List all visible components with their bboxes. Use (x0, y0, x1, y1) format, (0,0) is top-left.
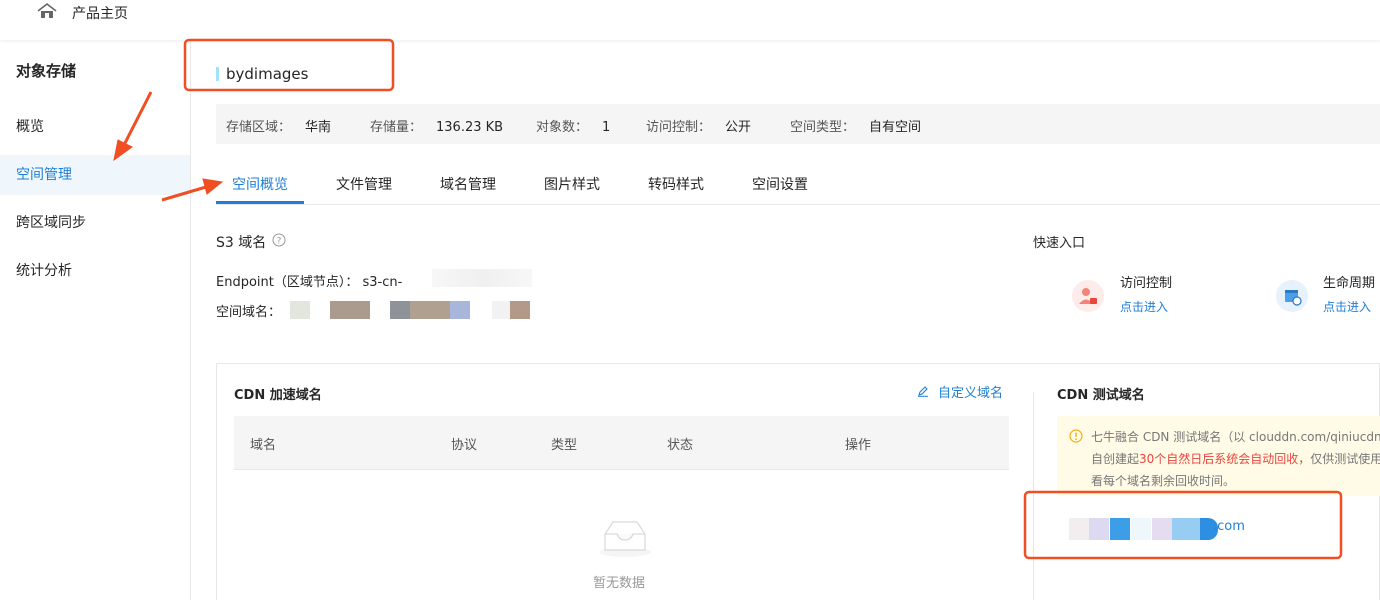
s3-domain-title: S3 域名 (216, 235, 267, 251)
test-domain-redaction-6 (1172, 518, 1200, 540)
test-domain-redaction-5 (1152, 518, 1172, 540)
empty-data-text: 暂无数据 (593, 576, 646, 591)
column-protocol[interactable]: 协议 (451, 434, 477, 453)
sidebar: 对象存储 概览 空间管理 跨区域同步 统计分析 (0, 40, 191, 600)
domain-redaction-6 (492, 301, 512, 319)
column-type[interactable]: 类型 (551, 434, 577, 453)
edit-icon[interactable] (917, 385, 929, 397)
sidebar-item-cross-region-sync[interactable]: 跨区域同步 (0, 203, 190, 243)
bucket-domain-label: 空间域名： (216, 305, 282, 320)
test-domain-redaction-1 (1069, 518, 1089, 540)
tab-transcode-styles[interactable]: 转码样式 (648, 174, 704, 194)
test-domain-redaction-2 (1089, 518, 1109, 540)
endpoint-redaction (432, 269, 532, 287)
sidebar-item-overview[interactable]: 概览 (0, 107, 190, 147)
lifecycle-icon[interactable] (1276, 280, 1308, 312)
cdn-panel: CDN 加速域名 自定义域名 域名 协议 类型 状态 操作 暂无数据 CDN 测… (216, 363, 1380, 600)
domain-redaction-5 (450, 301, 470, 319)
endpoint-row: Endpoint（区域节点）： s3-cn- (216, 271, 402, 290)
domain-redaction-1 (290, 301, 310, 319)
sidebar-item-statistics[interactable]: 统计分析 (0, 251, 190, 291)
info-access-value: 公开 (725, 120, 752, 135)
cdn-accel-domain-title: CDN 加速域名 (234, 388, 322, 403)
sidebar-item-bucket-management[interactable]: 空间管理 (0, 155, 190, 195)
quick-lifecycle-label: 生命周期 (1323, 276, 1376, 291)
active-tab-indicator (216, 201, 304, 204)
access-control-icon[interactable] (1072, 280, 1104, 312)
quick-access-control-label: 访问控制 (1120, 276, 1173, 291)
bucket-tabs: 空间概览 文件管理 域名管理 图片样式 转码样式 空间设置 (216, 162, 1380, 205)
top-bar: 产品主页 (0, 0, 1380, 40)
tab-image-styles[interactable]: 图片样式 (544, 174, 600, 194)
notice-line-1: 七牛融合 CDN 测试域名（以 clouddn.com/qiniucdn.co (1091, 430, 1380, 444)
info-objects-value: 1 (602, 120, 611, 135)
quick-access-control-link[interactable]: 点击进入 (1120, 298, 1168, 315)
domain-redaction-4 (410, 301, 450, 319)
info-access-label: 访问控制： (646, 120, 712, 135)
column-status[interactable]: 状态 (667, 434, 693, 453)
endpoint-value: s3-cn- (362, 275, 403, 290)
help-icon[interactable]: ? (272, 233, 286, 247)
notice-line-2: 自创建起30个自然日后系统会自动回收，仅供测试使用 (1091, 450, 1380, 467)
domain-redaction-2 (330, 301, 370, 319)
bucket-info-bar: 存储区域： 华南 存储量： 136.23 KB 对象数： 1 访问控制： 公开 空间类型… (216, 104, 1380, 144)
tab-bucket-settings[interactable]: 空间设置 (752, 174, 808, 194)
tab-overview[interactable]: 空间概览 (232, 174, 288, 194)
info-type: 空间类型： 自有空间 (790, 116, 921, 135)
info-region: 存储区域： 华南 (226, 116, 331, 135)
bucket-name: bydimages (226, 65, 309, 83)
cdn-test-domain-title: CDN 测试域名 (1057, 388, 1145, 403)
info-region-label: 存储区域： (226, 120, 292, 135)
info-region-value: 华南 (305, 120, 332, 135)
svg-text:?: ? (277, 237, 282, 247)
notice-line-3: 看每个域名剩余回收时间。 (1091, 474, 1236, 488)
info-type-label: 空间类型： (790, 120, 856, 135)
tab-file-management[interactable]: 文件管理 (336, 174, 392, 194)
quick-entry-title: 快速入口 (1033, 236, 1086, 251)
panel-divider (1033, 392, 1034, 600)
info-storage-value: 136.23 KB (436, 120, 504, 135)
product-home-link[interactable]: 产品主页 (72, 3, 128, 23)
info-access: 访问控制： 公开 (646, 116, 751, 135)
info-storage-label: 存储量： (370, 120, 423, 135)
test-domain-link[interactable]: .com (1213, 519, 1245, 534)
test-domain-redaction-4 (1131, 518, 1151, 540)
title-accent-bar (216, 67, 219, 81)
endpoint-label: Endpoint（区域节点）： (216, 275, 359, 290)
info-objects: 对象数： 1 (536, 116, 610, 135)
column-domain[interactable]: 域名 (250, 434, 276, 453)
info-objects-label: 对象数： (536, 120, 589, 135)
notice-line-2-start: 自创建起 (1091, 452, 1140, 466)
domain-redaction-7 (510, 301, 530, 319)
quick-lifecycle-link[interactable]: 点击进入 (1323, 298, 1371, 315)
notice-line-2-end: 仅供测试使用 (1310, 452, 1380, 466)
test-domain-redaction-3 (1110, 518, 1130, 540)
test-domain-notice: 七牛融合 CDN 测试域名（以 clouddn.com/qiniucdn.co … (1057, 416, 1380, 496)
notice-recycle-warning: 30个自然日后系统会自动回收， (1139, 452, 1311, 466)
main-content: bydimages 存储区域： 华南 存储量： 136.23 KB 对象数： 1 访问… (192, 40, 1380, 600)
sidebar-title: 对象存储 (16, 62, 77, 80)
custom-domain-button[interactable]: 自定义域名 (938, 382, 1003, 401)
tab-domain-management[interactable]: 域名管理 (440, 174, 496, 194)
home-icon[interactable] (37, 3, 57, 19)
info-type-value: 自有空间 (869, 120, 922, 135)
warning-icon (1069, 429, 1083, 443)
cdn-table-header: 域名 协议 类型 状态 操作 (234, 416, 1009, 470)
info-storage: 存储量： 136.23 KB (370, 116, 503, 135)
column-actions[interactable]: 操作 (845, 434, 871, 453)
empty-inbox-icon (599, 521, 651, 557)
